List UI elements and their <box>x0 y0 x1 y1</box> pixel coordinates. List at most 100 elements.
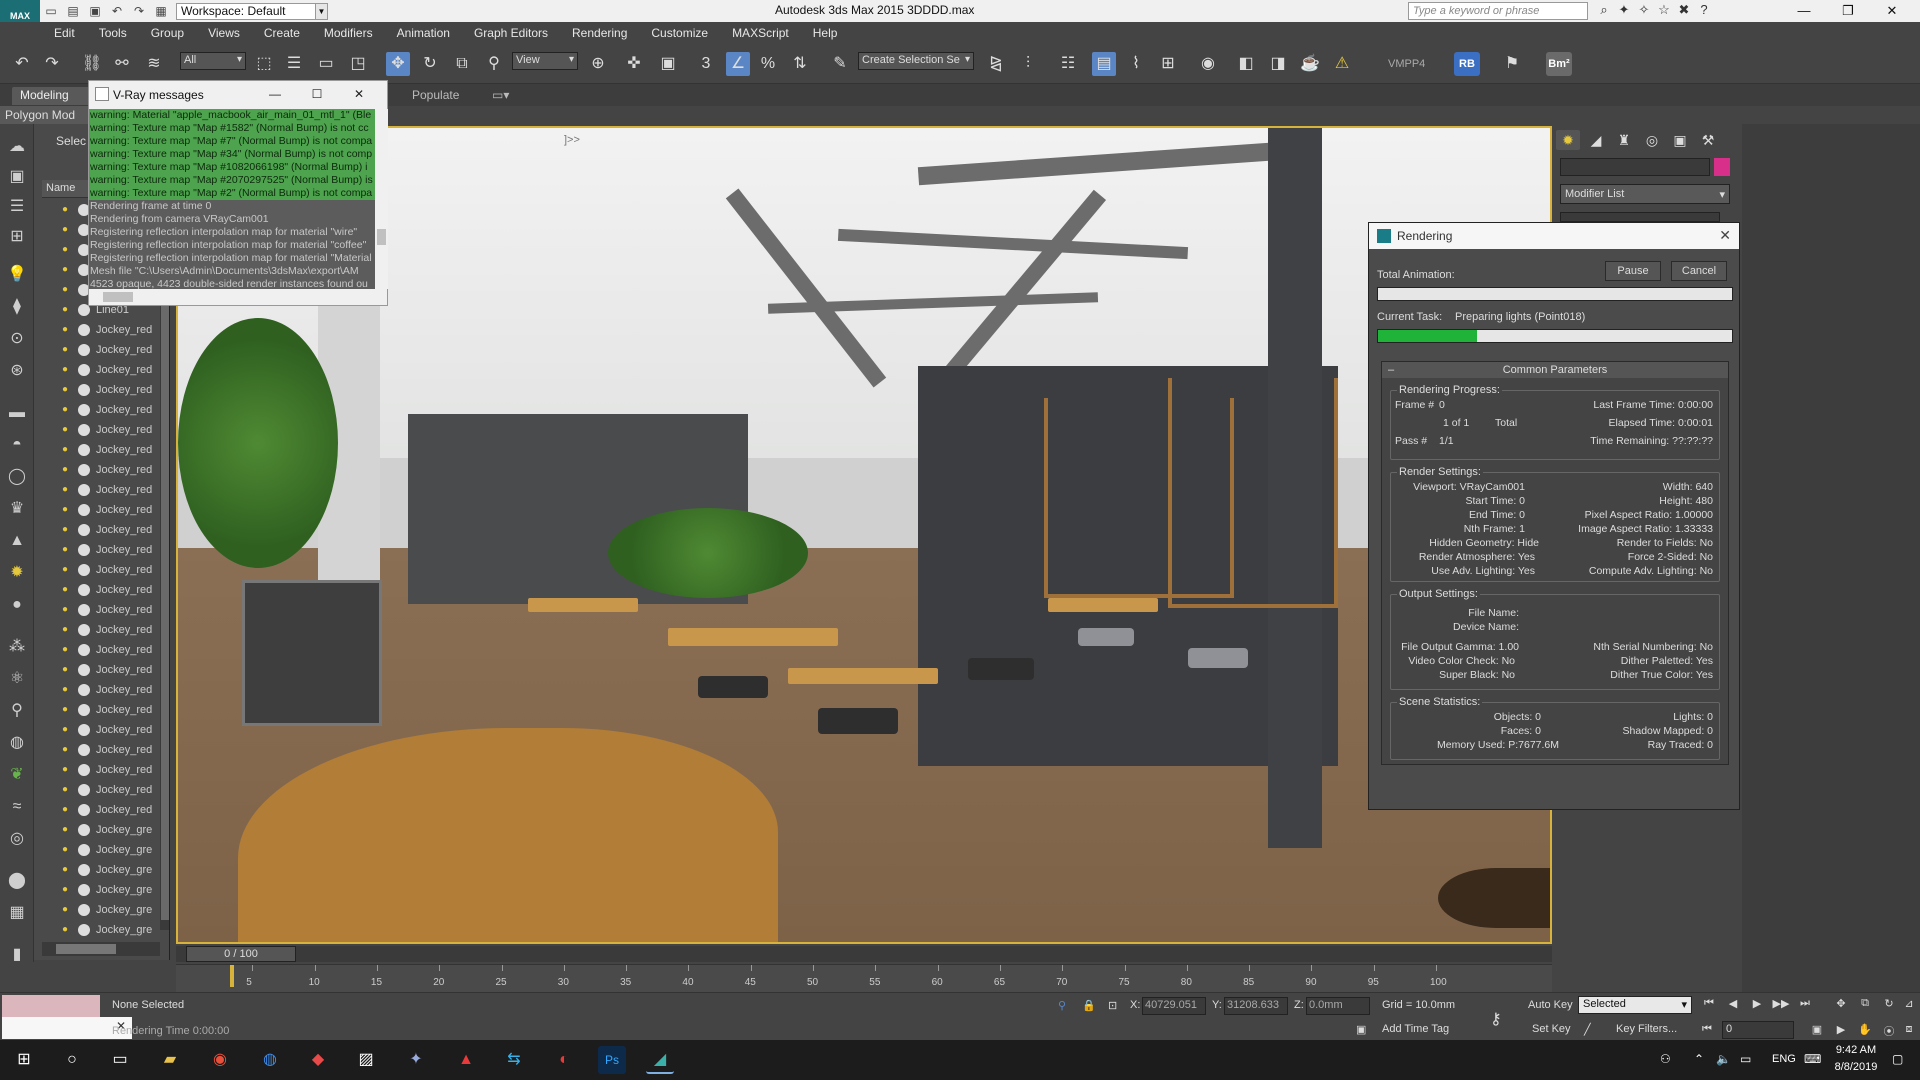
visibility-icon[interactable] <box>78 684 90 696</box>
key-filters-button[interactable]: Key Filters... <box>1616 1023 1677 1035</box>
spinner-snap-icon[interactable]: ⇅ <box>788 52 812 76</box>
object-color-swatch[interactable] <box>1714 158 1730 176</box>
list-icon[interactable]: ☰ <box>6 196 28 218</box>
bind-spacewarp-icon[interactable]: ≋ <box>142 52 166 76</box>
horizontal-scrollbar[interactable] <box>42 942 160 956</box>
visibility-icon[interactable] <box>78 544 90 556</box>
z-coordinate-field[interactable]: 0.0mm <box>1306 997 1370 1015</box>
light-bulb-icon[interactable]: ● <box>62 724 74 736</box>
list-item[interactable]: ● Jockey_gre <box>42 900 160 920</box>
light-bulb-icon[interactable]: ● <box>62 304 74 316</box>
visibility-icon[interactable] <box>78 564 90 576</box>
time-tag-icon[interactable]: ▣ <box>1356 1023 1366 1036</box>
close-icon[interactable]: ✕ <box>1719 227 1731 244</box>
create-panel-icon[interactable]: ✹ <box>1556 130 1580 150</box>
select-object-icon[interactable]: ⬚ <box>252 52 276 76</box>
rendering-dialog-titlebar[interactable]: Rendering ✕ <box>1369 223 1739 249</box>
light-bulb-icon[interactable]: ● <box>62 524 74 536</box>
circle-icon[interactable]: ● <box>6 594 28 616</box>
tray-chevron-icon[interactable]: ⌃ <box>1694 1052 1704 1066</box>
list-item[interactable]: ● Jockey_red <box>42 460 160 480</box>
display-icon[interactable]: ▣ <box>6 166 28 188</box>
input-language[interactable]: ENG <box>1772 1053 1796 1065</box>
list-item[interactable]: ● Jockey_red <box>42 680 160 700</box>
visibility-icon[interactable] <box>78 764 90 776</box>
visibility-icon[interactable] <box>78 484 90 496</box>
redo-icon[interactable]: ↷ <box>40 52 64 76</box>
list-item[interactable]: ● Jockey_red <box>42 600 160 620</box>
select-and-rotate-icon[interactable]: ↻ <box>418 52 442 76</box>
scrollbar[interactable] <box>160 200 169 930</box>
teamviewer-icon[interactable]: ⇆ <box>500 1046 528 1074</box>
time-slider-thumb[interactable]: 0 / 100 <box>186 946 296 962</box>
task-view-icon[interactable]: ▭ <box>106 1046 134 1074</box>
light-bulb-icon[interactable]: ● <box>62 484 74 496</box>
list-item[interactable]: ● Jockey_gre <box>42 880 160 900</box>
zoom-all-icon[interactable]: ⧉ <box>1856 997 1874 1013</box>
undo-icon[interactable]: ↶ <box>108 3 126 19</box>
list-item[interactable]: ● Jockey_red <box>42 360 160 380</box>
shape-icon[interactable]: ◓ <box>6 434 28 456</box>
3dsmax-taskbar-icon[interactable]: ◢ <box>646 1046 674 1074</box>
menu-graph-editors[interactable]: Graph Editors <box>474 26 548 40</box>
sun-icon[interactable]: ✹ <box>6 562 28 584</box>
cancel-button[interactable]: Cancel <box>1671 261 1727 281</box>
light-bulb-icon[interactable]: ● <box>62 904 74 916</box>
menu-views[interactable]: Views <box>208 26 240 40</box>
light-bulb-icon[interactable]: ● <box>62 864 74 876</box>
visibility-icon[interactable] <box>78 844 90 856</box>
render-production-icon[interactable]: ☕ <box>1298 52 1322 76</box>
display-panel-icon[interactable]: ▣ <box>1668 130 1692 150</box>
light-bulb-icon[interactable]: ● <box>62 644 74 656</box>
exchange-icon[interactable]: ✖ <box>1674 2 1694 20</box>
curve-editor-icon[interactable]: ⌇ <box>1124 52 1148 76</box>
windows-start-icon[interactable]: ⊞ <box>10 1046 38 1074</box>
viewport-label[interactable]: ]>> <box>564 134 580 146</box>
light-bulb-icon[interactable]: ● <box>62 884 74 896</box>
visibility-icon[interactable] <box>78 364 90 376</box>
visibility-icon[interactable] <box>78 524 90 536</box>
angle-snap-icon[interactable]: ∠ <box>726 52 750 76</box>
list-item[interactable]: ● Jockey_red <box>42 520 160 540</box>
people-icon[interactable]: ⚇ <box>1660 1052 1671 1066</box>
workspace-dropdown[interactable]: Workspace: Default <box>176 2 316 20</box>
list-item[interactable]: ● Jockey_gre <box>42 920 160 940</box>
sphere-solid-icon[interactable]: ⬤ <box>6 870 28 892</box>
zoom-icon[interactable]: ✥ <box>1832 997 1850 1013</box>
light-bulb-icon[interactable]: ● <box>62 624 74 636</box>
maximize-viewport-icon[interactable]: ⧈ <box>1900 1023 1918 1039</box>
material-editor-icon[interactable]: ◉ <box>1196 52 1220 76</box>
render-setup-icon[interactable]: ◧ <box>1234 52 1258 76</box>
list-item[interactable]: ● Jockey_red <box>42 620 160 640</box>
sphere-icon[interactable]: ◯ <box>6 466 28 488</box>
visibility-icon[interactable] <box>78 884 90 896</box>
menu-customize[interactable]: Customize <box>651 26 708 40</box>
horizontal-scrollbar[interactable] <box>89 289 375 305</box>
visibility-icon[interactable] <box>78 624 90 636</box>
next-frame-icon[interactable]: ▶▶ <box>1772 997 1790 1013</box>
set-keys-icon[interactable]: ╱ <box>1584 1023 1591 1036</box>
undo-icon[interactable]: ↶ <box>10 52 34 76</box>
auto-key-button[interactable]: Auto Key <box>1528 999 1573 1011</box>
redo-icon[interactable]: ↷ <box>130 3 148 19</box>
select-icon[interactable]: ☁ <box>6 136 28 158</box>
visibility-icon[interactable] <box>78 344 90 356</box>
list-item[interactable]: ● Jockey_gre <box>42 840 160 860</box>
light-bulb-icon[interactable]: ● <box>62 684 74 696</box>
current-frame-field[interactable]: 0 <box>1722 1021 1794 1039</box>
light-bulb-icon[interactable]: ● <box>62 804 74 816</box>
align-icon[interactable]: ⫶ <box>1016 52 1040 76</box>
selection-filter-dropdown[interactable]: All <box>180 52 246 70</box>
x-coordinate-field[interactable]: 40729.051 <box>1142 997 1206 1015</box>
molecule-icon[interactable]: ⚛ <box>6 668 28 690</box>
light-bulb-icon[interactable]: ● <box>62 364 74 376</box>
pivot-center-icon[interactable]: ⊕ <box>586 52 610 76</box>
app-logo-icon[interactable]: MAX <box>0 0 40 22</box>
visibility-icon[interactable] <box>78 924 90 936</box>
walk-through-icon[interactable]: ⦿ <box>1880 1023 1898 1039</box>
binoculars-icon[interactable]: ⌕ <box>1594 2 1614 20</box>
photoshop-icon[interactable]: Ps <box>598 1046 626 1074</box>
vmpp-label[interactable]: VMPP4 <box>1388 58 1425 70</box>
list-item[interactable]: ● Jockey_red <box>42 540 160 560</box>
time-slider[interactable]: 0 / 100 <box>176 946 1552 962</box>
